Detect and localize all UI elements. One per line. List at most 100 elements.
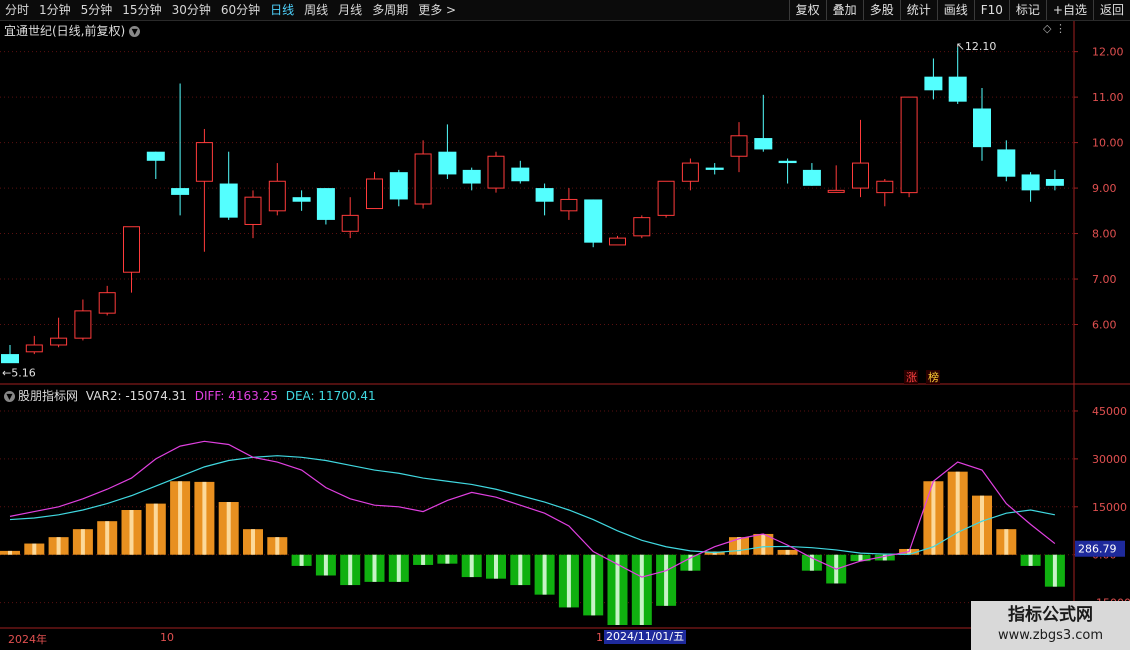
- candle-body-up: [560, 198, 578, 212]
- var2-bar-negative: [680, 554, 701, 571]
- var2-bar-positive: [923, 481, 944, 555]
- toolbar-button-2[interactable]: 多股: [862, 0, 900, 20]
- candle-body-up: [98, 292, 116, 314]
- var2-bar-highlight: [445, 554, 450, 564]
- var2-bar-highlight: [955, 471, 960, 555]
- var2-bar-highlight: [615, 554, 620, 625]
- period-tab-0[interactable]: 分时: [0, 0, 34, 20]
- var2-bar-negative: [874, 554, 895, 561]
- candle-body-down: [292, 197, 311, 202]
- candle-body-down: [146, 151, 165, 161]
- var2-bar-negative: [583, 554, 604, 616]
- var2-bar-highlight: [396, 554, 401, 582]
- period-tab-7[interactable]: 周线: [299, 0, 333, 20]
- var2-bar-negative: [291, 554, 312, 566]
- high-price-label: ↖12.10: [956, 40, 997, 53]
- var2-bar-positive: [48, 537, 69, 555]
- chevron-down-icon[interactable]: ▼: [4, 391, 15, 402]
- var2-bar-highlight: [1004, 529, 1009, 555]
- candle-body-down: [973, 108, 991, 148]
- var2-bar-highlight: [421, 554, 426, 565]
- var2-bar-highlight: [348, 554, 353, 586]
- var2-bar-positive: [972, 495, 992, 555]
- var2-bar-negative: [388, 554, 409, 582]
- period-tab-5[interactable]: 60分钟: [216, 0, 265, 20]
- kline-chart[interactable]: 12.0011.0010.009.008.007.006.00↖12.10←5.…: [0, 0, 1130, 650]
- var2-bar-highlight: [931, 481, 936, 555]
- indicator-tick-label: 15000: [1092, 501, 1127, 514]
- var2-bar-negative: [631, 554, 652, 625]
- dea-line: [9, 455, 1056, 556]
- var2-bar-negative: [364, 554, 385, 582]
- var2-bar-highlight: [56, 537, 61, 555]
- var2-bar-negative: [850, 554, 871, 562]
- var2-bar-negative: [1020, 554, 1041, 566]
- badge-box: [904, 370, 918, 384]
- current-value-box: [1075, 540, 1125, 557]
- period-tab-3[interactable]: 15分钟: [117, 0, 166, 20]
- price-tick-label: 12.00: [1092, 46, 1124, 59]
- candle-body-down: [171, 188, 190, 195]
- period-tab-9[interactable]: 多周期: [367, 0, 413, 20]
- var2-bar-highlight: [372, 554, 377, 582]
- diamond-icon[interactable]: ◇ ⋮: [1043, 22, 1066, 35]
- var2-bar-highlight: [8, 550, 12, 555]
- indicator-tick-label: 0.00: [1092, 549, 1117, 562]
- period-tab-2[interactable]: 5分钟: [76, 0, 118, 20]
- var2-bar-highlight: [518, 554, 523, 586]
- price-tick-label: 11.00: [1092, 91, 1124, 104]
- candle-body-up: [657, 180, 675, 216]
- var2-bar-highlight: [1052, 554, 1057, 587]
- toolbar-button-0[interactable]: 复权: [788, 0, 826, 20]
- candle-body-down: [778, 160, 797, 164]
- candle-body-up: [730, 135, 748, 157]
- var2-bar-highlight: [494, 554, 498, 579]
- var2-bar-negative: [461, 554, 482, 578]
- toolbar-button-3[interactable]: 统计: [899, 0, 937, 20]
- var2-bar-highlight: [323, 554, 328, 576]
- candle-body-up: [852, 162, 869, 189]
- period-tab-6[interactable]: 日线: [265, 0, 299, 20]
- toolbar-button-8[interactable]: 返回: [1092, 0, 1130, 20]
- var2-bar-negative: [656, 554, 677, 606]
- candle-body-up: [268, 180, 286, 212]
- var2-bar-highlight: [105, 521, 110, 555]
- period-tab-4[interactable]: 30分钟: [167, 0, 216, 20]
- stock-title: 宜通世纪(日线,前复权) ▼: [4, 22, 141, 39]
- candle-body-up: [74, 310, 92, 339]
- var2-bar-highlight: [834, 554, 839, 584]
- var2-bar-positive: [218, 502, 239, 555]
- period-tab-8[interactable]: 月线: [333, 0, 367, 20]
- var2-bar-highlight: [907, 548, 912, 555]
- toolbar-button-4[interactable]: 画线: [936, 0, 974, 20]
- candle-body-down: [1045, 178, 1064, 186]
- var2-bar-positive: [194, 481, 215, 555]
- stock-title-text: 宜通世纪(日线,前复权): [4, 24, 126, 38]
- indicator-title: ▼ 股朋指标网 VAR2: -15074.31 DIFF: 4163.25 DEA…: [4, 387, 376, 404]
- price-tick-label: 8.00: [1092, 228, 1117, 241]
- var2-bar-highlight: [129, 510, 134, 555]
- toolbar-button-7[interactable]: +自选: [1045, 0, 1093, 20]
- period-tab-10[interactable]: 更多 >: [413, 0, 461, 20]
- var2-bar-positive: [97, 521, 118, 555]
- toolbar-button-1[interactable]: 叠加: [825, 0, 863, 20]
- candle-body-down: [316, 188, 335, 220]
- var2-bar-positive: [947, 471, 968, 555]
- var2-bar-positive: [170, 481, 191, 555]
- toolbar-button-6[interactable]: 标记: [1008, 0, 1046, 20]
- chevron-down-icon[interactable]: ▼: [129, 26, 141, 37]
- period-tab-1[interactable]: 1分钟: [34, 0, 76, 20]
- x-year-label: 2024年: [8, 633, 47, 646]
- var2-bar-negative: [826, 554, 847, 584]
- candle-body-down: [948, 76, 967, 102]
- var2-bar-highlight: [275, 537, 280, 555]
- candle-body-up: [341, 214, 359, 232]
- candle-body-down: [584, 199, 603, 243]
- toolbar-button-5[interactable]: F10: [973, 0, 1009, 20]
- var2-bar-highlight: [882, 554, 887, 561]
- var2-bar-negative: [510, 554, 531, 586]
- var2-bar-highlight: [688, 554, 693, 571]
- candle-body-up: [366, 178, 383, 210]
- var2-bar-highlight: [737, 537, 741, 555]
- candle-body-up: [681, 162, 699, 182]
